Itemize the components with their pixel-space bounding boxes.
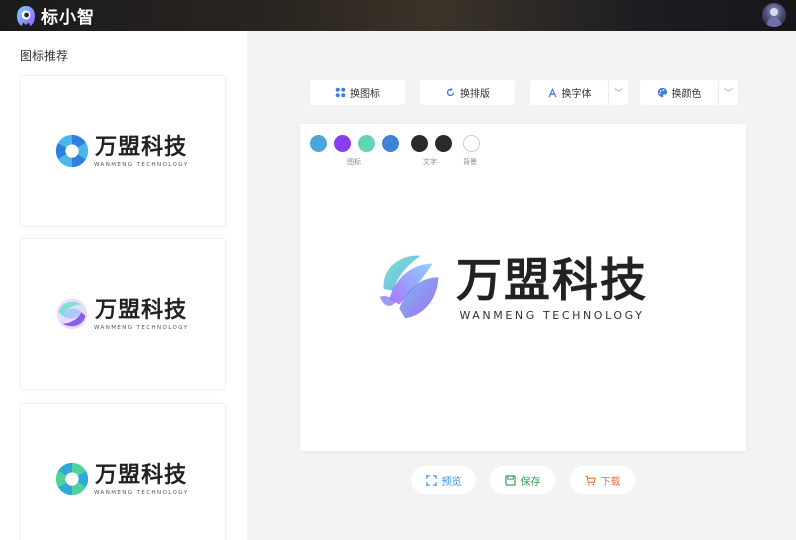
change-layout-label: 换排版 [460,89,490,100]
recommend-card-3[interactable]: 万盟科技 WANMENG TECHNOLOGY [20,403,226,540]
swirl-purple-logo-icon [56,298,88,330]
change-color-label: 换颜色 [671,89,702,100]
icon-color-swatch-1[interactable] [310,135,327,152]
ring-blue-logo-icon [55,134,89,168]
background-color-swatch[interactable] [463,135,480,152]
download-button[interactable]: 下载 [570,466,635,494]
card-company-name: 万盟科技 [95,297,188,323]
save-label: 保存 [520,476,541,488]
card-company-name: 万盟科技 [95,134,188,160]
palette-icon [657,87,667,98]
logo-company-name: 万盟科技 [456,252,648,307]
change-icon-label: 换图标 [350,89,380,100]
sidebar-title: 图标推荐 [20,49,69,63]
chevron-down-icon: ﹀ [613,89,623,99]
change-layout-button[interactable]: 换排版 [420,80,515,105]
logo-canvas: 图标 文字 背景 万盟科技 WANMENG TECHNOLOGY [300,124,746,451]
save-icon [504,474,516,486]
expand-icon [425,474,437,486]
icon-color-label: 图标 [347,158,361,166]
swirl-gradient-logo-icon [379,255,439,319]
brand-name: 标小智 [41,8,95,28]
card-company-english: WANMENG TECHNOLOGY [94,324,189,331]
preview-button[interactable]: 预览 [411,466,476,494]
brand-logo-icon [17,5,35,26]
font-a-icon [547,87,557,98]
chevron-down-icon: ﹀ [723,89,733,99]
card-company-english: WANMENG TECHNOLOGY [94,161,189,168]
user-avatar[interactable] [762,3,786,27]
main-logo[interactable]: 万盟科技 WANMENG TECHNOLOGY [370,248,648,326]
text-color-label: 文字 [423,158,437,166]
change-color-button[interactable]: 换颜色 [640,80,718,105]
refresh-icon [446,87,455,97]
text-color-swatch-1[interactable] [411,135,428,152]
icon-color-swatch-3[interactable] [358,135,375,152]
card-logo: 万盟科技 WANMENG TECHNOLOGY [53,460,188,498]
brand[interactable]: 标小智 [14,3,95,28]
icon-color-swatch-4[interactable] [382,135,399,152]
background-color-label: 背景 [463,158,477,166]
download-label: 下载 [600,476,621,488]
recommend-card-1[interactable]: 万盟科技 WANMENG TECHNOLOGY [20,75,226,227]
avatar-figure-icon [766,8,782,27]
preview-label: 预览 [441,476,462,488]
logo-company-english: WANMENG TECHNOLOGY [459,308,645,322]
save-button[interactable]: 保存 [490,466,555,494]
grid-icon [335,87,346,98]
card-logo: 万盟科技 WANMENG TECHNOLOGY [53,132,188,170]
change-icon-button[interactable]: 换图标 [310,80,405,105]
card-company-name: 万盟科技 [95,462,188,488]
change-font-label: 换字体 [561,89,592,100]
text-color-swatch-2[interactable] [435,135,452,152]
ring-teal-logo-icon [55,462,89,496]
color-dropdown-toggle[interactable]: ﹀ [718,80,738,105]
font-dropdown-toggle[interactable]: ﹀ [608,80,628,105]
cart-icon [584,475,596,485]
recommend-card-2[interactable]: 万盟科技 WANMENG TECHNOLOGY [20,238,226,390]
sidebar: 图标推荐 万盟科技 WANMENG TECHNOLOGY 万盟科技 WANMEN… [0,31,247,540]
card-company-english: WANMENG TECHNOLOGY [94,489,189,496]
card-logo: 万盟科技 WANMENG TECHNOLOGY [53,295,188,333]
change-font-button[interactable]: 换字体 [530,80,608,105]
icon-color-swatch-2[interactable] [334,135,351,152]
top-bar: 标小智 [0,0,796,31]
